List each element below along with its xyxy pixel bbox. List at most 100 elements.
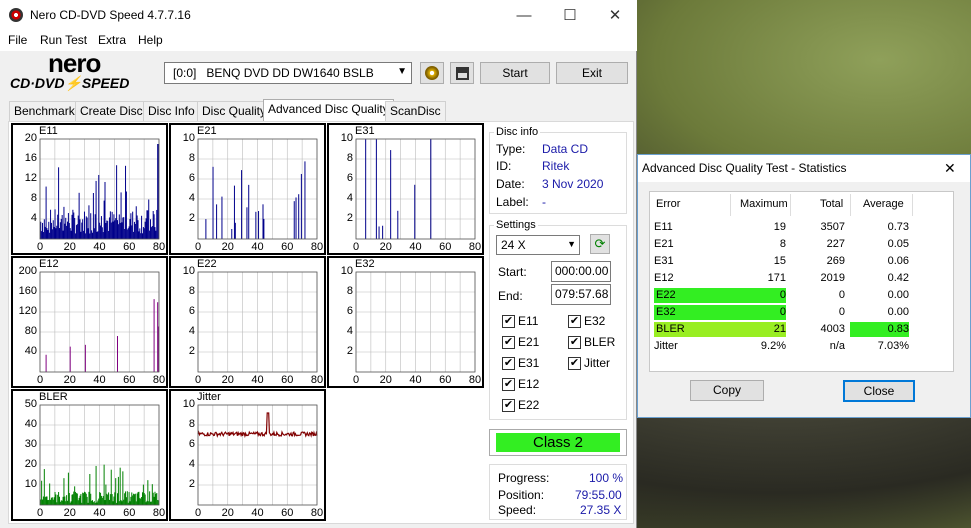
chart-bler: BLER 50 40 30 20 10 0 20 40 60 80: [11, 389, 168, 521]
type-label: Type:: [496, 142, 526, 156]
date-label: Date:: [496, 177, 525, 191]
chart-bler-plot: [39, 404, 160, 506]
tab-scandisc[interactable]: ScanDisc: [385, 101, 446, 121]
copy-button[interactable]: Copy: [690, 380, 764, 401]
tab-create-disc[interactable]: Create Disc: [75, 101, 148, 121]
x-tick-label: 60: [439, 374, 452, 386]
stat-average: 0.05: [887, 238, 909, 250]
stat-maximum: 0: [730, 305, 786, 320]
checkbox-e32[interactable]: ✔: [568, 315, 581, 328]
y-tick-label: 4: [188, 192, 195, 204]
y-tick-label: 6: [346, 305, 353, 317]
x-tick-label: 40: [409, 374, 422, 386]
position-value: 79:55.00: [575, 488, 622, 502]
x-tick-label: 20: [221, 374, 234, 386]
class-badge: Class 2: [489, 429, 627, 456]
tab-disc-quality[interactable]: Disc Quality: [197, 101, 272, 121]
checkbox-jitter[interactable]: ✔: [568, 357, 581, 370]
checkbox-e21[interactable]: ✔: [502, 336, 515, 349]
y-tick-label: 2: [346, 212, 353, 224]
stat-average: 0.00: [887, 306, 909, 318]
floppy-save-icon: [455, 67, 469, 80]
checkbox-bler[interactable]: ✔: [568, 336, 581, 349]
y-tick-label: 6: [346, 172, 353, 184]
menu-file[interactable]: File: [8, 33, 27, 47]
dialog-close-button[interactable]: Close: [843, 380, 915, 402]
logo-cd-dvd-speed: CD·DVD⚡SPEED: [10, 75, 130, 91]
stat-error: E11: [654, 221, 673, 233]
checkbox-e11[interactable]: ✔: [502, 315, 515, 328]
x-tick-label: 80: [310, 241, 324, 253]
exit-button[interactable]: Exit: [556, 62, 628, 84]
title-bar: Nero CD-DVD Speed 4.7.7.16 — ☐ ✕: [0, 0, 637, 31]
stat-average: 0.06: [887, 255, 909, 267]
x-tick-label: 0: [352, 241, 360, 253]
checkbox-label: BLER: [584, 335, 616, 349]
dialog-title: Advanced Disc Quality Test - Statistics: [642, 161, 847, 175]
x-tick-label: 20: [63, 374, 76, 386]
chart-title: Jitter: [197, 391, 221, 403]
chart-e32-plot: [355, 271, 476, 373]
x-tick-label: 60: [281, 507, 294, 519]
y-tick-label: 2: [188, 478, 195, 490]
x-tick-label: 40: [251, 507, 264, 519]
progress-value: 100 %: [589, 471, 624, 485]
y-tick-label: 20: [24, 458, 37, 470]
minimize-button[interactable]: —: [501, 0, 547, 31]
header-divider: [730, 194, 731, 216]
close-button[interactable]: ✕: [592, 0, 638, 31]
end-field[interactable]: 079:57.68: [551, 284, 611, 305]
header-divider: [850, 194, 851, 216]
checkbox-e12[interactable]: ✔: [502, 378, 515, 391]
dialog-close-icon[interactable]: ✕: [944, 155, 956, 182]
maximize-button[interactable]: ☐: [547, 0, 593, 31]
speed-select[interactable]: 24 X ▼: [496, 235, 580, 255]
stat-maximum: 171: [767, 272, 786, 284]
x-tick-label: 80: [152, 241, 166, 253]
checkbox-label: Jitter: [584, 356, 611, 370]
save-button[interactable]: [450, 62, 474, 84]
y-tick-label: 2: [188, 345, 195, 357]
y-tick-label: 200: [18, 265, 37, 277]
start-field[interactable]: 000:00.00: [551, 261, 611, 282]
y-tick-label: 4: [188, 325, 195, 337]
tab-disc-info[interactable]: Disc Info: [143, 101, 200, 121]
header-average: Average: [863, 198, 904, 210]
y-tick-label: 50: [24, 398, 37, 410]
checkbox-e22[interactable]: ✔: [502, 399, 515, 412]
x-tick-label: 40: [251, 241, 264, 253]
drive-select[interactable]: [0:0] BENQ DVD DD DW1640 BSLB ▼: [164, 62, 412, 84]
settings-heading: Settings: [494, 219, 538, 231]
x-tick-label: 80: [468, 374, 482, 386]
tab-advanced-disc-quality[interactable]: Advanced Disc Quality: [263, 99, 394, 122]
stat-average: 7.03%: [877, 340, 909, 352]
nero-logo: nero CD·DVD⚡SPEED: [10, 48, 158, 94]
y-tick-label: 4: [346, 192, 353, 204]
start-button[interactable]: Start: [480, 62, 550, 84]
menu-extra[interactable]: Extra: [98, 33, 126, 47]
y-tick-label: 2: [188, 212, 195, 224]
chart-title: E12: [39, 258, 59, 270]
menu-run-test[interactable]: Run Test: [40, 33, 87, 47]
stat-average: 0.73: [887, 221, 909, 233]
stat-total: 4003: [820, 323, 845, 335]
refresh-speed-button[interactable]: ⟳: [590, 234, 610, 254]
label-value: -: [542, 195, 546, 209]
tab-benchmark[interactable]: Benchmark: [9, 101, 80, 121]
drive-select-value: [0:0] BENQ DVD DD DW1640 BSLB: [173, 66, 374, 80]
y-tick-label: 10: [24, 478, 37, 490]
x-tick-label: 20: [63, 241, 76, 253]
y-tick-label: 10: [182, 132, 195, 144]
x-tick-label: 0: [36, 374, 44, 386]
speed-select-value: 24 X: [501, 238, 526, 252]
type-value: Data CD: [542, 142, 589, 156]
disc-eject-button[interactable]: [420, 62, 444, 84]
checkbox-e31[interactable]: ✔: [502, 357, 515, 370]
x-tick-label: 60: [123, 374, 136, 386]
menu-help[interactable]: Help: [138, 33, 163, 47]
class-label: Class 2: [496, 433, 620, 452]
x-tick-label: 60: [281, 374, 294, 386]
end-label: End:: [498, 289, 523, 303]
y-tick-label: 8: [188, 418, 195, 430]
disc-icon: [425, 66, 439, 80]
